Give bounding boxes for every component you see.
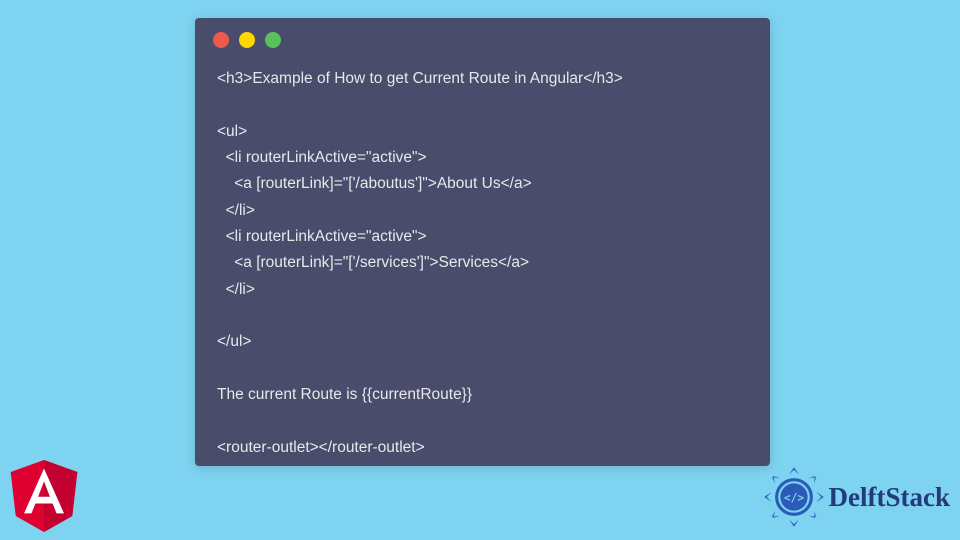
delftstack-text: DelftStack bbox=[829, 482, 950, 513]
code-line: <li routerLinkActive="active"> bbox=[217, 149, 427, 166]
angular-logo-icon bbox=[10, 460, 78, 532]
code-line: </li> bbox=[217, 281, 255, 298]
delftstack-badge-icon: </> bbox=[763, 466, 825, 528]
delftstack-logo: </> DelftStack bbox=[763, 466, 950, 528]
code-line: <h3>Example of How to get Current Route … bbox=[217, 70, 623, 87]
maximize-dot-icon bbox=[265, 32, 281, 48]
code-block: <h3>Example of How to get Current Route … bbox=[195, 56, 770, 479]
close-dot-icon bbox=[213, 32, 229, 48]
code-line: <a [routerLink]="['/services']">Services… bbox=[217, 254, 529, 271]
code-line: The current Route is {{currentRoute}} bbox=[217, 386, 472, 403]
code-line: <router-outlet></router-outlet> bbox=[217, 439, 425, 456]
svg-text:</>: </> bbox=[783, 491, 803, 504]
code-line: </li> bbox=[217, 202, 255, 219]
code-line: <li routerLinkActive="active"> bbox=[217, 228, 427, 245]
code-line: <ul> bbox=[217, 123, 247, 140]
window-controls bbox=[195, 18, 770, 56]
minimize-dot-icon bbox=[239, 32, 255, 48]
code-window: <h3>Example of How to get Current Route … bbox=[195, 18, 770, 466]
code-line: </ul> bbox=[217, 333, 251, 350]
code-line: <a [routerLink]="['/aboutus']">About Us<… bbox=[217, 175, 532, 192]
